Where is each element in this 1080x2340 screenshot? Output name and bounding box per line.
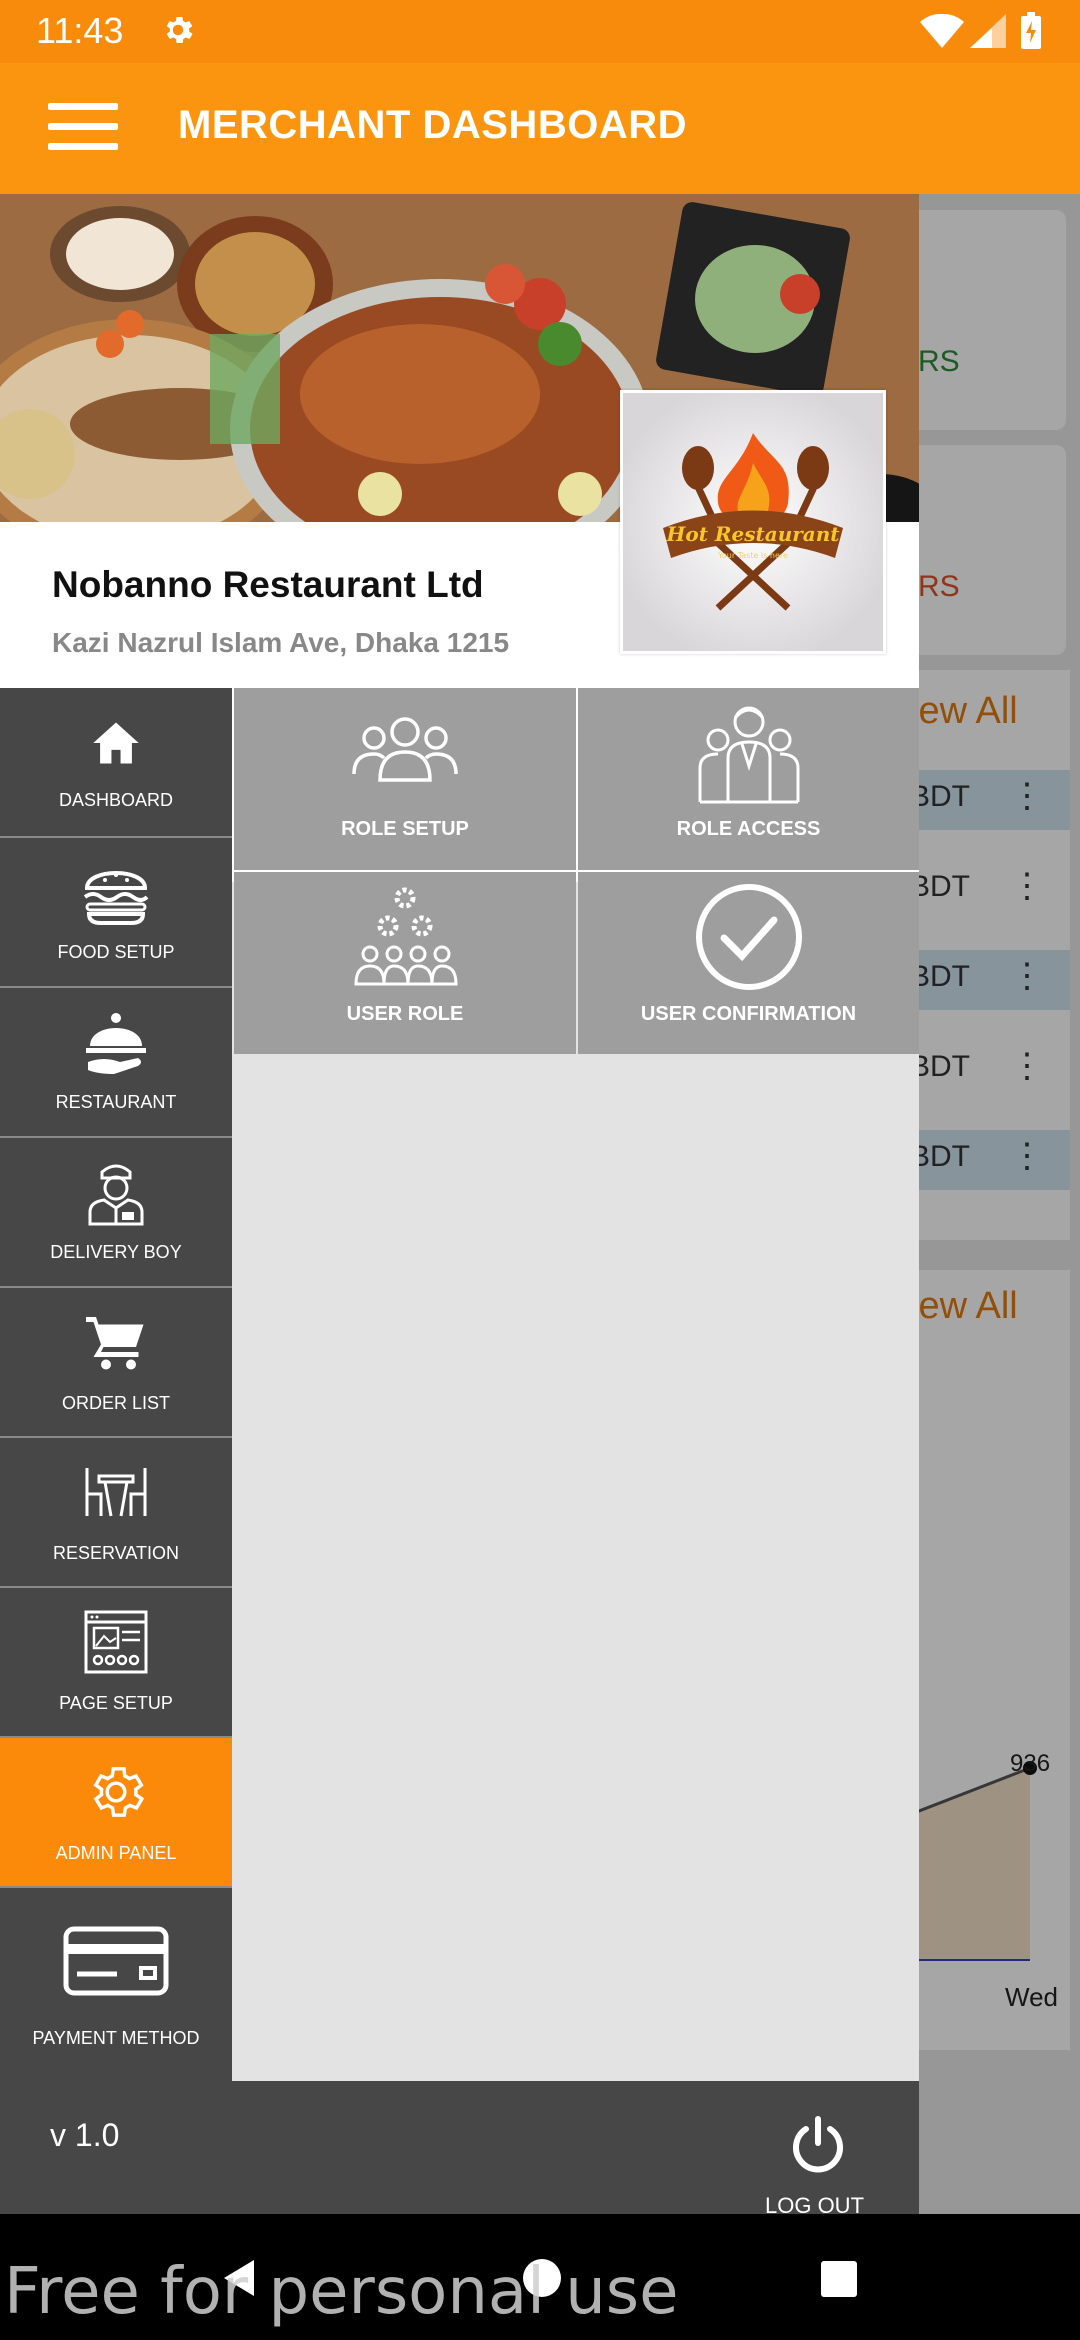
battery-charging-icon bbox=[1021, 12, 1041, 49]
drawer-footer: v 1.0 LOG OUT bbox=[0, 2081, 919, 2218]
sidebar-item-label: FOOD SETUP bbox=[57, 942, 175, 962]
tile-label: ROLE SETUP bbox=[341, 818, 469, 840]
recents-icon[interactable] bbox=[820, 2260, 858, 2298]
status-time: 11:43 bbox=[36, 10, 124, 51]
cell-signal-icon bbox=[970, 14, 1006, 48]
power-icon[interactable] bbox=[790, 2115, 846, 2175]
gear-icon bbox=[93, 1767, 145, 1817]
sidebar-item-dashboard[interactable]: DASHBOARD bbox=[0, 688, 232, 838]
side-menu: DASHBOARD FOOD SETUP RESTAURANT DELIVERY… bbox=[0, 688, 232, 2083]
navigation-drawer: Nobanno Restaurant Ltd Kazi Nazrul Islam… bbox=[0, 194, 919, 2214]
burger-icon bbox=[83, 871, 149, 925]
tile-user-confirmation[interactable]: USER CONFIRMATION bbox=[578, 872, 919, 1054]
tile-label: ROLE ACCESS bbox=[676, 818, 821, 840]
tile-role-setup[interactable]: ROLE SETUP bbox=[234, 688, 576, 870]
status-bar: 11:43 bbox=[0, 0, 1080, 63]
app-bar: MERCHANT DASHBOARD bbox=[0, 63, 1080, 194]
sidebar-item-reservation[interactable]: RESERVATION bbox=[0, 1438, 232, 1588]
watermark-text: Free for personal use bbox=[4, 2255, 679, 2329]
page-title: MERCHANT DASHBOARD bbox=[178, 103, 687, 147]
sidebar-item-label: PAYMENT METHOD bbox=[32, 2028, 200, 2048]
tile-label: USER ROLE bbox=[346, 1003, 464, 1025]
sidebar-item-label: RESERVATION bbox=[52, 1543, 180, 1563]
tile-user-role[interactable]: USER ROLE bbox=[234, 872, 576, 1054]
sidebar-item-label: DELIVERY BOY bbox=[50, 1242, 182, 1262]
cart-icon bbox=[86, 1317, 144, 1370]
table-icon bbox=[85, 1468, 147, 1517]
group-icon bbox=[352, 717, 458, 782]
sidebar-item-page-setup[interactable]: PAGE SETUP bbox=[0, 1588, 232, 1738]
app-version: v 1.0 bbox=[50, 2117, 120, 2153]
team-icon bbox=[698, 706, 799, 804]
restaurant-name: Nobanno Restaurant Ltd bbox=[52, 564, 484, 605]
settings-gear-icon bbox=[166, 16, 193, 44]
restaurant-address: Kazi Nazrul Islam Ave, Dhaka 1215 bbox=[52, 627, 510, 658]
sidebar-item-label: ADMIN PANEL bbox=[55, 1843, 177, 1863]
tile-role-access[interactable]: ROLE ACCESS bbox=[578, 688, 919, 870]
card-icon bbox=[63, 1926, 169, 1996]
menu-icon[interactable] bbox=[48, 103, 118, 153]
sidebar-item-restaurant[interactable]: RESTAURANT bbox=[0, 988, 232, 1138]
sidebar-item-food-setup[interactable]: FOOD SETUP bbox=[0, 838, 232, 988]
hot-restaurant-logo-icon: Hot Restaurant Your Taste is here bbox=[623, 393, 883, 651]
sidebar-item-payment-method[interactable]: PAYMENT METHOD bbox=[0, 1888, 232, 2083]
page-layout-icon bbox=[84, 1610, 148, 1674]
tile-label: USER CONFIRMATION bbox=[640, 1003, 857, 1025]
restaurant-logo: Hot Restaurant Your Taste is here bbox=[620, 390, 886, 654]
check-circle-icon bbox=[695, 884, 802, 990]
sidebar-item-label: RESTAURANT bbox=[55, 1092, 177, 1112]
sidebar-item-order-list[interactable]: ORDER LIST bbox=[0, 1288, 232, 1438]
users-gear-icon bbox=[354, 887, 458, 986]
home-icon bbox=[93, 722, 139, 764]
sidebar-item-label: DASHBOARD bbox=[58, 790, 174, 810]
cloche-icon bbox=[86, 1013, 146, 1074]
logo-text: Hot Restaurant bbox=[665, 522, 840, 546]
sidebar-item-label: ORDER LIST bbox=[61, 1393, 171, 1413]
wifi-icon bbox=[920, 14, 964, 48]
sidebar-item-label: PAGE SETUP bbox=[59, 1693, 173, 1713]
delivery-man-icon bbox=[88, 1164, 144, 1226]
sidebar-item-delivery-boy[interactable]: DELIVERY BOY bbox=[0, 1138, 232, 1288]
sidebar-item-admin-panel[interactable]: ADMIN PANEL bbox=[0, 1738, 232, 1888]
logo-tagline: Your Taste is here bbox=[717, 551, 788, 560]
